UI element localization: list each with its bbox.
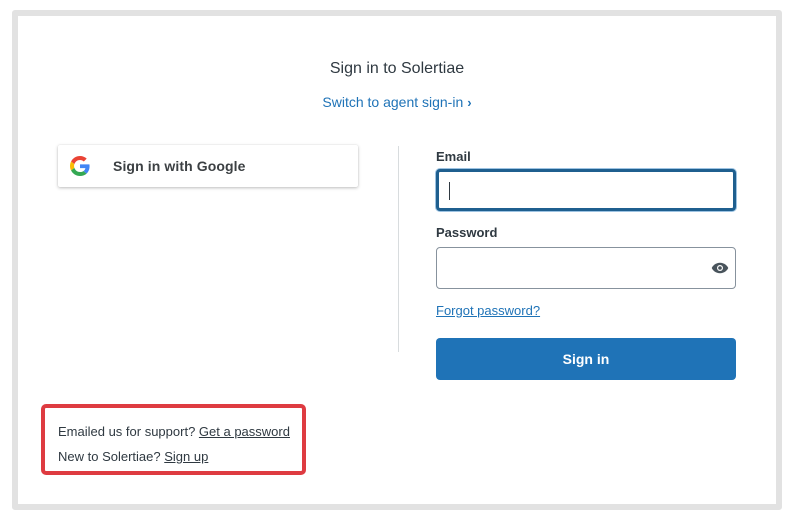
signin-panel: Sign in to Solertiae Switch to agent sig… — [12, 10, 782, 510]
sign-in-button[interactable]: Sign in — [436, 338, 736, 380]
forgot-password-link[interactable]: Forgot password? — [436, 303, 540, 318]
new-user-text: New to Solertiae? — [58, 449, 161, 464]
vertical-divider — [398, 146, 399, 352]
email-input[interactable] — [436, 169, 736, 211]
google-signin-label: Sign in with Google — [113, 158, 246, 174]
chevron-right-icon: › — [467, 95, 472, 110]
get-password-link[interactable]: Get a password — [199, 424, 290, 439]
eye-icon[interactable] — [711, 260, 729, 276]
google-signin-button[interactable]: Sign in with Google — [58, 145, 358, 187]
emailed-support-text: Emailed us for support? — [58, 424, 196, 439]
sign-up-link[interactable]: Sign up — [164, 449, 208, 464]
text-caret — [449, 182, 450, 200]
password-label: Password — [436, 225, 498, 240]
password-input[interactable] — [436, 247, 736, 289]
page-title: Sign in to Solertiae — [329, 60, 465, 77]
email-label: Email — [436, 149, 471, 164]
support-line-signup: New to Solertiae? Sign up — [58, 449, 208, 464]
switch-link-label: Switch to agent sign-in — [322, 94, 464, 110]
support-line-emailed: Emailed us for support? Get a password — [58, 424, 290, 439]
google-g-icon — [70, 156, 90, 176]
switch-to-agent-link[interactable]: Switch to agent sign-in › — [18, 94, 776, 110]
support-highlight-box — [41, 404, 306, 475]
